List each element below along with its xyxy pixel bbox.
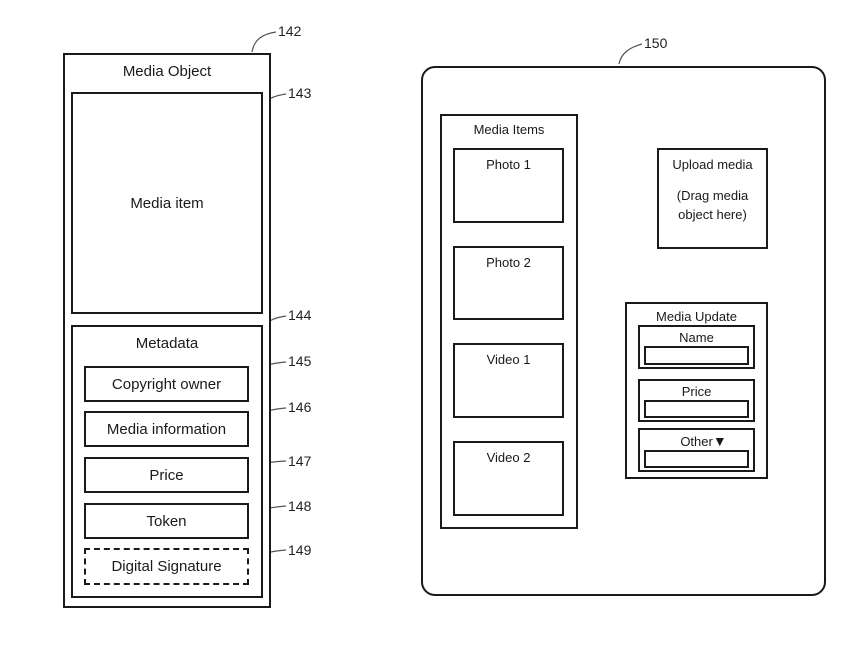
ref-148: 148 bbox=[288, 498, 312, 514]
metadata-field-digital-signature[interactable]: Digital Signature bbox=[84, 548, 249, 585]
media-item-label: Media item bbox=[130, 194, 204, 212]
media-object-title: Media Object bbox=[122, 63, 212, 80]
upload-media-hint-line-1: (Drag media bbox=[676, 188, 749, 203]
media-update-name-label: Name bbox=[679, 330, 714, 345]
media-item-photo-2-label: Photo 2 bbox=[486, 255, 531, 270]
leader-150 bbox=[618, 43, 643, 65]
metadata-field-price[interactable]: Price bbox=[84, 457, 249, 493]
media-items-title: Media Items bbox=[473, 122, 545, 137]
ref-146: 146 bbox=[288, 399, 312, 415]
media-update-price-group: Price bbox=[638, 379, 755, 422]
ref-142: 142 bbox=[278, 23, 302, 39]
media-item-photo-2[interactable]: Photo 2 bbox=[453, 246, 564, 320]
ref-150: 150 bbox=[644, 35, 668, 51]
media-item-video-2[interactable]: Video 2 bbox=[453, 441, 564, 516]
media-item-video-2-label: Video 2 bbox=[486, 450, 531, 465]
media-update-price-input[interactable] bbox=[644, 400, 749, 418]
metadata-title: Metadata bbox=[135, 335, 199, 352]
media-update-title: Media Update bbox=[656, 309, 737, 324]
media-item-box[interactable]: Media item bbox=[71, 92, 263, 314]
ref-144: 144 bbox=[288, 307, 312, 323]
dropdown-triangle-icon[interactable]: ▼ bbox=[713, 433, 727, 449]
media-update-name-input[interactable] bbox=[644, 346, 749, 365]
metadata-field-token[interactable]: Token bbox=[84, 503, 249, 539]
metadata-field-copyright-owner[interactable]: Copyright owner bbox=[84, 366, 249, 402]
media-update-other-dropdown[interactable]: Other▼ bbox=[640, 433, 753, 449]
metadata-field-media-information[interactable]: Media information bbox=[84, 411, 249, 447]
ref-149: 149 bbox=[288, 542, 312, 558]
media-update-other-group: Other▼ bbox=[638, 428, 755, 472]
media-update-price-label: Price bbox=[681, 384, 712, 399]
media-update-other-label: Other bbox=[680, 434, 713, 449]
upload-media-hint-line-2: object here) bbox=[678, 207, 747, 222]
ref-145: 145 bbox=[288, 353, 312, 369]
media-update-name-group: Name bbox=[638, 325, 755, 369]
media-item-video-1[interactable]: Video 1 bbox=[453, 343, 564, 418]
ref-143: 143 bbox=[288, 85, 312, 101]
media-item-video-1-label: Video 1 bbox=[486, 352, 531, 367]
upload-media-dropzone[interactable]: Upload media (Drag media object here) bbox=[657, 148, 768, 249]
media-item-photo-1[interactable]: Photo 1 bbox=[453, 148, 564, 223]
media-item-photo-1-label: Photo 1 bbox=[486, 157, 531, 172]
leader-142 bbox=[251, 31, 277, 53]
ref-147: 147 bbox=[288, 453, 312, 469]
upload-media-title: Upload media bbox=[672, 157, 753, 172]
media-update-other-input[interactable] bbox=[644, 450, 749, 468]
